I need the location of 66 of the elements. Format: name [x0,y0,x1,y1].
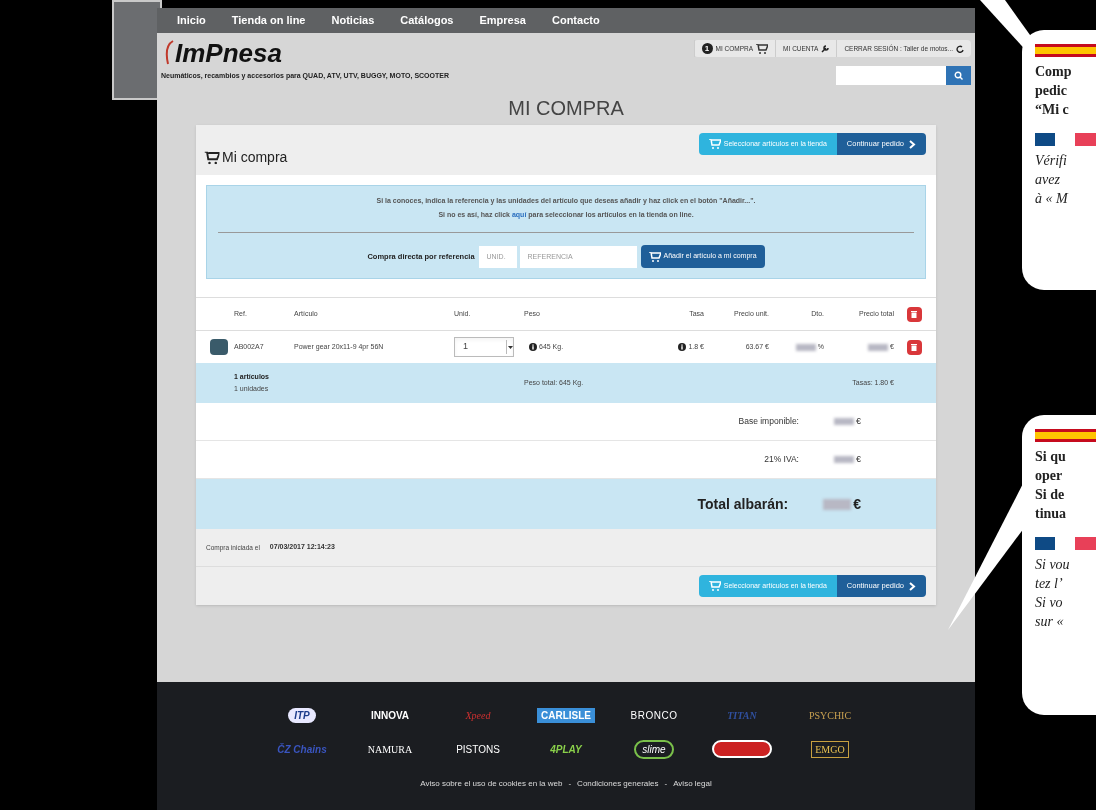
count-badge: 1 [701,43,713,54]
total-value: € [856,452,861,466]
total-label: 21% IVA: [764,453,799,466]
search-button[interactable] [946,66,971,85]
nav-link[interactable]: Catálogos [400,12,454,29]
nav-link[interactable]: Contacto [551,12,600,29]
brand-logo[interactable]: EMGO [811,740,849,758]
refresh-icon [956,44,964,53]
brand-logo[interactable]: INNOVA [370,707,410,723]
wrench-icon [821,44,830,53]
footer-link[interactable]: Condiciones generales [577,778,659,790]
brand-logo[interactable]: NAMURA [367,741,413,757]
info-icon [529,343,537,351]
flag-icon [1035,44,1096,57]
blurred-value [795,343,816,351]
cart-icon [708,139,721,149]
cart-icon [648,251,661,262]
trash-icon [911,343,917,351]
brand-logo[interactable]: ITP [288,707,316,723]
callout-text: Si vou tez l’ Si vo sur « [1035,556,1071,631]
total-label: Base imponible: [738,415,799,428]
cart-icon [756,43,769,54]
quantity-select[interactable]: 1 [454,337,514,357]
separator: - [664,778,668,790]
blurred-value [834,456,854,463]
total-value: € [856,414,861,428]
caret-icon [506,340,513,354]
delete-button[interactable] [906,339,922,355]
cart-icon [708,581,721,591]
brand-logo[interactable]: slime [634,739,674,759]
total-label: Total albarán: [697,494,789,514]
flag-icon [1035,133,1096,146]
nav-link[interactable]: Inicio [177,12,206,29]
cart-icon [204,151,220,164]
search-icon [954,71,963,80]
page-title: MI COMPRA [507,96,625,121]
callout-text: Comp pedic “Mi c [1035,63,1073,119]
tire-thumbnail [210,339,228,355]
total-value: € [853,494,861,514]
callout-text: Vérifi avez à « M [1035,152,1069,208]
nav-link[interactable]: Empresa [479,12,526,29]
flag-icon [1035,537,1096,550]
search-field[interactable] [836,66,946,85]
callout-text: Si qu oper Si de tinua [1035,448,1068,523]
trash-icon [911,310,917,318]
logo: ImPnesa [175,40,282,66]
delete-button[interactable] [906,306,922,322]
flag-icon [1035,429,1096,442]
nav-link[interactable]: Tienda on line [231,12,306,29]
card-title: Mi compra [222,148,288,167]
logo-swoosh-icon [163,38,175,66]
blurred-value [868,343,889,351]
info-icon [678,343,687,351]
separator: - [568,778,572,790]
footer-link[interactable]: Aviso sobre el uso de cookies en la web [420,778,563,790]
chevron-icon [909,139,916,149]
brand-logo[interactable]: PISTONS [456,741,500,757]
footer-link[interactable]: Aviso legal [673,778,712,790]
brand-logo[interactable] [712,740,772,758]
nav-link[interactable]: Noticias [331,12,375,29]
blurred-value [823,498,852,510]
brand-logo[interactable]: BRONCO [630,707,678,723]
brand-logo[interactable]: PSYCHIC [808,707,852,723]
brand-logo[interactable]: 4PLAY [550,741,582,757]
blurred-value [834,418,854,425]
chevron-icon [909,581,916,591]
